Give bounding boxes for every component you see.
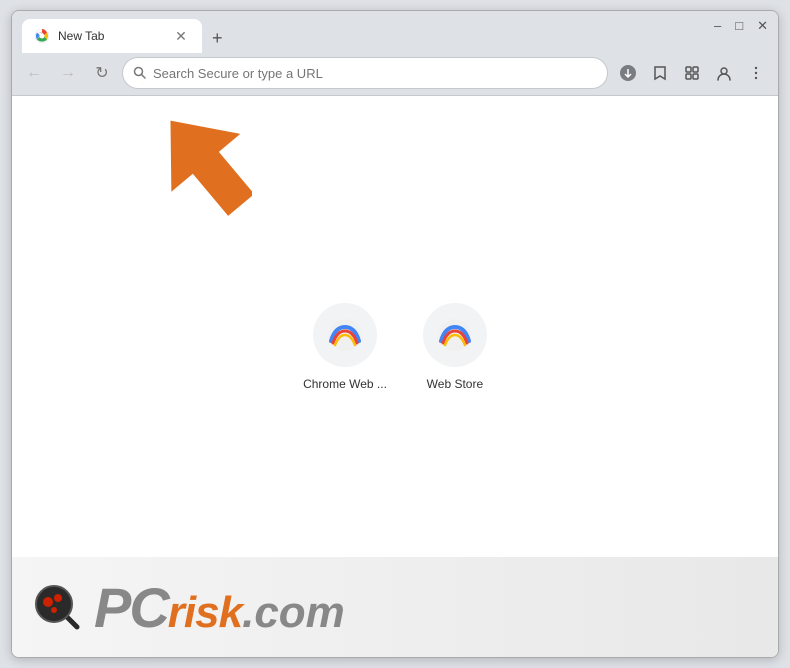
menu-icon [748, 65, 764, 81]
shortcut-item-web-store[interactable]: Web Store [415, 295, 495, 399]
active-tab[interactable]: New Tab ✕ [22, 19, 202, 53]
toolbar-actions [614, 59, 770, 87]
watermark-risk: risk [168, 588, 242, 638]
forward-button[interactable]: → [54, 59, 82, 87]
maximize-button[interactable]: □ [735, 19, 743, 32]
reload-icon: ↻ [95, 63, 108, 83]
menu-button[interactable] [742, 59, 770, 87]
tab-strip: New Tab ✕ + [12, 19, 778, 53]
extensions-button[interactable] [678, 59, 706, 87]
shortcut-item-chrome-web[interactable]: Chrome Web ... [295, 295, 395, 399]
profile-button[interactable] [710, 59, 738, 87]
download-button[interactable] [614, 59, 642, 87]
shortcut-icon-web-store [423, 303, 487, 367]
watermark: PC risk .com [12, 557, 778, 657]
address-input[interactable] [153, 66, 597, 81]
back-icon: ← [26, 64, 42, 82]
window-controls: – □ ✕ [714, 19, 768, 32]
shortcut-label-web-store: Web Store [427, 377, 483, 391]
reload-button[interactable]: ↻ [88, 59, 116, 87]
minimize-button[interactable]: – [714, 19, 721, 32]
chrome-rainbow-icon-2 [437, 317, 473, 353]
bookmark-button[interactable] [646, 59, 674, 87]
back-button[interactable]: ← [20, 59, 48, 87]
search-icon [133, 66, 147, 80]
chrome-rainbow-icon-1 [327, 317, 363, 353]
new-tab-content: Chrome Web ... Web Store [12, 96, 778, 657]
shortcut-label-chrome-web: Chrome Web ... [303, 377, 387, 391]
forward-icon: → [60, 64, 76, 82]
download-icon [619, 64, 637, 82]
pcrisk-logo [32, 582, 82, 632]
arrow-annotation [152, 111, 252, 226]
new-tab-button[interactable]: + [206, 26, 229, 51]
watermark-brand: PC risk .com [94, 575, 345, 640]
shortcut-icon-chrome-web [313, 303, 377, 367]
tab-title: New Tab [58, 29, 164, 43]
profile-icon [715, 64, 733, 82]
watermark-pc: PC [94, 575, 168, 640]
browser-window: New Tab ✕ + – □ ✕ ← → ↻ [11, 10, 779, 658]
shortcuts-grid: Chrome Web ... Web Store [295, 295, 495, 399]
bookmark-icon [652, 65, 668, 81]
orange-arrow-svg [152, 111, 252, 221]
address-bar[interactable] [122, 57, 608, 89]
puzzle-icon [684, 65, 700, 81]
tab-favicon [34, 28, 50, 44]
watermark-dotcom: .com [242, 588, 345, 638]
close-button[interactable]: ✕ [757, 19, 768, 32]
tab-close-button[interactable]: ✕ [172, 27, 190, 45]
toolbar: ← → ↻ [12, 53, 778, 96]
title-bar: New Tab ✕ + – □ ✕ [12, 11, 778, 53]
